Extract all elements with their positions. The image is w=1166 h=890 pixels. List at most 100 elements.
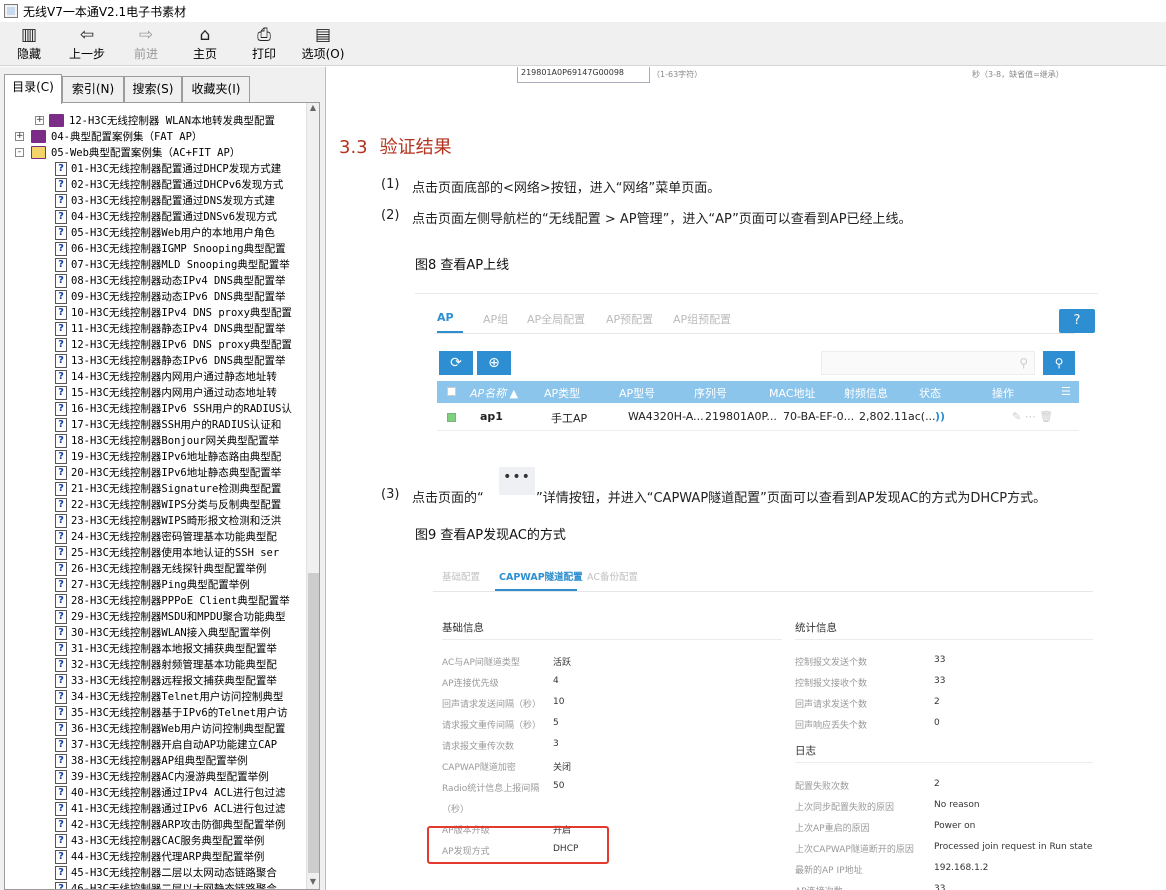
- tree-item-page[interactable]: ? 31-H3C无线控制器本地报文捕获典型配置举: [5, 641, 295, 657]
- tree-item-page[interactable]: ? 19-H3C无线控制器IPv6地址静态路由典型配: [5, 449, 295, 465]
- tree-item-page[interactable]: ? 17-H3C无线控制器SSH用户的RADIUS认证和: [5, 417, 295, 433]
- tree-item-label: 16-H3C无线控制器IPv6 SSH用户的RADIUS认: [71, 403, 292, 415]
- help-page-icon: ?: [55, 802, 67, 816]
- forward-button[interactable]: ⇨ 前进: [117, 24, 175, 64]
- tree-item-label: 08-H3C无线控制器动态IPv4 DNS典型配置举: [71, 275, 286, 287]
- tree-item-page[interactable]: ? 02-H3C无线控制器配置通过DHCPv6发现方式: [5, 177, 295, 193]
- tree-item-page[interactable]: ? 03-H3C无线控制器配置通过DNS发现方式建: [5, 193, 295, 209]
- collapse-icon[interactable]: -: [15, 148, 24, 157]
- tree-item-page[interactable]: ? 04-H3C无线控制器配置通过DNSv6发现方式: [5, 209, 295, 225]
- tree-item-page[interactable]: ? 28-H3C无线控制器PPPoE Client典型配置举: [5, 593, 295, 609]
- tab-contents[interactable]: 目录(C): [4, 74, 62, 104]
- fig-tab-ap-group: AP组: [483, 313, 509, 326]
- tree-item-page[interactable]: ? 05-H3C无线控制器Web用户的本地用户角色: [5, 225, 295, 241]
- tree-item-page[interactable]: ? 37-H3C无线控制器开启自动AP功能建立CAP: [5, 737, 295, 753]
- fig-tab-ac-backup: AC备份配置: [587, 572, 638, 583]
- help-page-icon: ?: [55, 738, 67, 752]
- help-page-icon: ?: [55, 610, 67, 624]
- help-page-icon: ?: [55, 722, 67, 736]
- tree-item-page[interactable]: ? 06-H3C无线控制器IGMP Snooping典型配置: [5, 241, 295, 257]
- tree-item-label: 45-H3C无线控制器二层以太网动态链路聚合: [71, 867, 277, 879]
- hint-fragment: （1-63字符）: [652, 70, 703, 79]
- tree-item-label: 04-H3C无线控制器配置通过DNSv6发现方式: [71, 211, 278, 223]
- tree-item-page[interactable]: ? 20-H3C无线控制器IPv6地址静态典型配置举: [5, 465, 295, 481]
- fig-tab-ap-group-preconfig: AP组预配置: [673, 313, 732, 326]
- tree-item-page[interactable]: ? 42-H3C无线控制器ARP攻击防御典型配置举例: [5, 817, 295, 833]
- refresh-icon: ⟳: [439, 351, 473, 375]
- tree-item-page[interactable]: ? 27-H3C无线控制器Ping典型配置举例: [5, 577, 295, 593]
- help-page-icon: ?: [55, 386, 67, 400]
- tree-item-page[interactable]: ? 34-H3C无线控制器Telnet用户访问控制典型: [5, 689, 295, 705]
- help-page-icon: ?: [55, 162, 67, 176]
- tree-item-page[interactable]: ? 24-H3C无线控制器密码管理基本功能典型配: [5, 529, 295, 545]
- tree-item-page[interactable]: ? 43-H3C无线控制器CAC服务典型配置举例: [5, 833, 295, 849]
- step-3-continued: ”详情按钮，并进入“CAPWAP隧道配置”页面可以查看到AP发现AC的方式为DH…: [536, 491, 1047, 506]
- log-field: AP连接次数33: [795, 884, 946, 890]
- tree-item-page[interactable]: ? 29-H3C无线控制器MSDU和MPDU聚合功能典型: [5, 609, 295, 625]
- tab-index[interactable]: 索引(N): [62, 76, 124, 102]
- hide-pane-icon: ▥: [20, 25, 38, 45]
- tree-item-page[interactable]: ? 36-H3C无线控制器Web用户访问控制典型配置: [5, 721, 295, 737]
- scroll-thumb[interactable]: [308, 573, 319, 873]
- tree-item-page[interactable]: ? 41-H3C无线控制器通过IPv6 ACL进行包过滤: [5, 801, 295, 817]
- tree-node-book-open[interactable]: - 05-Web典型配置案例集（AC+FIT AP）: [5, 145, 295, 161]
- tab-favorites[interactable]: 收藏夹(I): [182, 76, 250, 102]
- tree-item-page[interactable]: ? 22-H3C无线控制器WIPS分类与反制典型配置: [5, 497, 295, 513]
- tree-item-page[interactable]: ? 10-H3C无线控制器IPv4 DNS proxy典型配置: [5, 305, 295, 321]
- basic-info-title: 基础信息: [442, 622, 484, 634]
- tree-item-page[interactable]: ? 25-H3C无线控制器使用本地认证的SSH ser: [5, 545, 295, 561]
- info-field: AC与AP间隧道类型 活跃: [442, 658, 572, 668]
- tree-item-page[interactable]: ? 46-H3C无线控制器二层以太网静态链路聚合: [5, 881, 295, 890]
- tab-search[interactable]: 搜索(S): [124, 76, 182, 102]
- tree-item-page[interactable]: ? 07-H3C无线控制器MLD Snooping典型配置举: [5, 257, 295, 273]
- tree-item-page[interactable]: ? 14-H3C无线控制器内网用户通过静态地址转: [5, 369, 295, 385]
- expand-icon[interactable]: +: [35, 116, 44, 125]
- tree-item-page[interactable]: ? 35-H3C无线控制器基于IPv6的Telnet用户访: [5, 705, 295, 721]
- tree-item-label: 35-H3C无线控制器基于IPv6的Telnet用户访: [71, 707, 288, 719]
- tree-item-page[interactable]: ? 44-H3C无线控制器代理ARP典型配置举例: [5, 849, 295, 865]
- tree-item-page[interactable]: ? 39-H3C无线控制器AC内漫游典型配置举例: [5, 769, 295, 785]
- tree-item-label: 18-H3C无线控制器Bonjour网关典型配置举: [71, 435, 280, 447]
- tree-item-label: 46-H3C无线控制器二层以太网静态链路聚合: [71, 883, 277, 890]
- vertical-scrollbar[interactable]: ▲ ▼: [306, 103, 319, 889]
- divider: [435, 333, 1075, 334]
- tree-item-page[interactable]: ? 18-H3C无线控制器Bonjour网关典型配置举: [5, 433, 295, 449]
- tree-item-page[interactable]: ? 21-H3C无线控制器Signature检测典型配置: [5, 481, 295, 497]
- tree-item-page[interactable]: ? 23-H3C无线控制器WIPS畸形报文检测和泛洪: [5, 513, 295, 529]
- tree-item-label: 20-H3C无线控制器IPv6地址静态典型配置举: [71, 467, 282, 479]
- tree-item-page[interactable]: ? 16-H3C无线控制器IPv6 SSH用户的RADIUS认: [5, 401, 295, 417]
- help-page-icon: ?: [55, 322, 67, 336]
- tree-item-page[interactable]: ? 26-H3C无线控制器无线探针典型配置举例: [5, 561, 295, 577]
- content-pane: 219801A0P69147G00098 （1-63字符） 秒（3-8，缺省值=…: [327, 67, 1166, 890]
- tree-item-page[interactable]: ? 32-H3C无线控制器射频管理基本功能典型配: [5, 657, 295, 673]
- tree-item-page[interactable]: ? 15-H3C无线控制器内网用户通过动态地址转: [5, 385, 295, 401]
- home-button[interactable]: ⌂ 主页: [176, 24, 234, 64]
- tree-item-page[interactable]: ? 40-H3C无线控制器通过IPv4 ACL进行包过滤: [5, 785, 295, 801]
- tree-item-page[interactable]: ? 08-H3C无线控制器动态IPv4 DNS典型配置举: [5, 273, 295, 289]
- tree-item-page[interactable]: ? 33-H3C无线控制器远程报文捕获典型配置举: [5, 673, 295, 689]
- help-icon: ?: [1059, 309, 1095, 333]
- tree-item-page[interactable]: ? 38-H3C无线控制器AP组典型配置举例: [5, 753, 295, 769]
- hide-button[interactable]: ▥ 隐藏: [0, 24, 58, 64]
- scroll-up-icon[interactable]: ▲: [307, 103, 319, 115]
- expand-icon[interactable]: +: [15, 132, 24, 141]
- help-page-icon: ?: [55, 754, 67, 768]
- help-page-icon: ?: [55, 658, 67, 672]
- table-row: ap1 手工AP WA4320H-A... 219801A0P... 70-BA…: [437, 403, 1079, 431]
- tree-item-page[interactable]: ? 30-H3C无线控制器WLAN接入典型配置举例: [5, 625, 295, 641]
- tree-item-page[interactable]: ? 11-H3C无线控制器静态IPv4 DNS典型配置举: [5, 321, 295, 337]
- scroll-down-icon[interactable]: ▼: [307, 877, 319, 889]
- tree-item-page[interactable]: ? 09-H3C无线控制器动态IPv6 DNS典型配置举: [5, 289, 295, 305]
- print-button[interactable]: ⎙ 打印: [235, 24, 293, 64]
- back-button[interactable]: ⇦ 上一步: [58, 24, 116, 64]
- tree-node-book[interactable]: + 12-H3C无线控制器 WLAN本地转发典型配置: [5, 113, 295, 129]
- tree-item-page[interactable]: ? 45-H3C无线控制器二层以太网动态链路聚合: [5, 865, 295, 881]
- tree-item-page[interactable]: ? 13-H3C无线控制器静态IPv6 DNS典型配置举: [5, 353, 295, 369]
- tree-item-page[interactable]: ? 12-H3C无线控制器IPv6 DNS proxy典型配置: [5, 337, 295, 353]
- tree-item-page[interactable]: ? 01-H3C无线控制器配置通过DHCP发现方式建: [5, 161, 295, 177]
- tree-node-book[interactable]: + 04-典型配置案例集（FAT AP）: [5, 129, 295, 145]
- table-header: AP名称 ▲ AP类型 AP型号 序列号 MAC地址 射频信息 状态 操作 ☰: [437, 381, 1079, 403]
- options-button[interactable]: ▤ 选项(O): [294, 24, 352, 64]
- column-menu-icon: ☰: [1061, 385, 1071, 398]
- figure-capwap-tunnel: 基础配置 CAPWAP隧道配置 AC备份配置 基础信息 AC与AP间隧道类型 活跃…: [427, 557, 1097, 890]
